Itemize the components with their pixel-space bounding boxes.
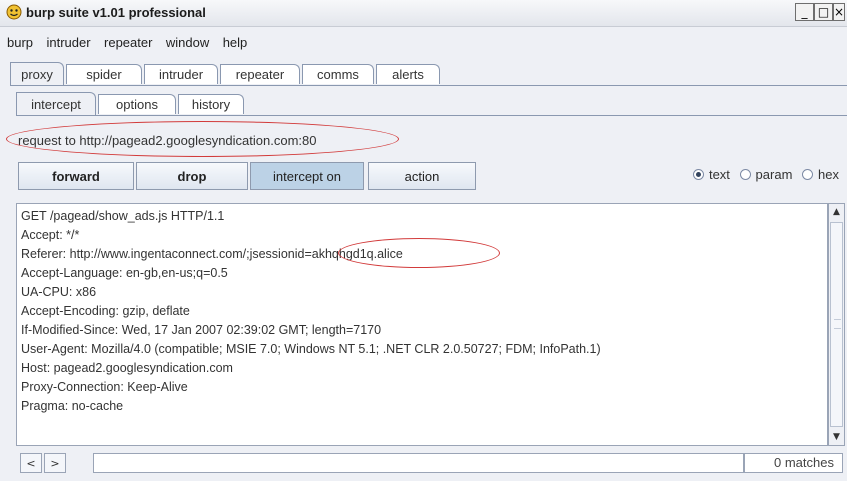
request-line: Accept: */* [21,228,80,242]
tab-spider[interactable]: spider [66,64,142,84]
request-line: Accept-Encoding: gzip, deflate [21,304,190,318]
tab-intruder[interactable]: intruder [144,64,218,84]
menu-burp[interactable]: burp [7,35,33,50]
minimize-button[interactable]: _ [795,3,814,21]
next-match-button[interactable]: > [44,453,66,473]
request-line: Proxy-Connection: Keep-Alive [21,380,188,394]
vertical-scrollbar[interactable]: ▲ ▼ [828,203,845,446]
drop-button[interactable]: drop [136,162,248,190]
search-bar: < > 0 matches [16,453,845,475]
tab-repeater[interactable]: repeater [220,64,300,84]
radio-selected-icon [692,169,704,180]
menu-window[interactable]: window [166,35,209,50]
grip-icon [834,319,841,329]
scroll-thumb[interactable] [830,222,843,427]
radio-text-label: text [708,167,730,182]
scroll-down-icon[interactable]: ▼ [829,429,844,445]
menu-repeater[interactable]: repeater [104,35,152,50]
radio-param-label: param [755,167,793,182]
tab-proxy[interactable]: proxy [10,62,64,85]
close-button[interactable]: × [833,3,845,21]
request-line: User-Agent: Mozilla/4.0 (compatible; MSI… [21,342,601,356]
radio-text[interactable]: text [692,167,730,182]
tab-comms[interactable]: comms [302,64,374,84]
minimize-icon: _ [801,5,808,19]
tab-options[interactable]: options [98,94,176,114]
request-line: If-Modified-Since: Wed, 17 Jan 2007 02:3… [21,323,382,337]
request-line: Host: pagead2.googlesyndication.com [21,361,233,375]
action-button[interactable]: action [368,162,476,190]
search-input[interactable] [93,453,744,473]
menu-bar: burp intruder repeater window help [0,34,249,56]
intercept-toggle-button[interactable]: intercept on [250,162,364,190]
radio-param[interactable]: param [739,167,793,182]
match-count: 0 matches [744,453,843,473]
window-title: burp suite v1.01 professional [26,5,206,20]
annotation-ellipse-sessionid [338,238,500,268]
forward-button[interactable]: forward [18,162,134,190]
maximize-button[interactable]: □ [814,3,833,21]
window-controls: _ □ × [795,3,845,21]
close-icon: × [834,5,845,19]
tab-alerts[interactable]: alerts [376,64,440,84]
burp-logo-icon [6,4,22,20]
radio-hex-label: hex [818,167,839,182]
radio-unselected-icon [802,169,814,180]
sub-tabs-divider [16,115,847,116]
menu-intruder[interactable]: intruder [46,35,90,50]
tab-history[interactable]: history [178,94,244,114]
request-line: GET /pagead/show_ads.js HTTP/1.1 [21,209,225,223]
title-bar: burp suite v1.01 professional _ □ × [0,0,847,27]
scroll-up-icon[interactable]: ▲ [829,204,844,220]
annotation-ellipse-request [6,121,399,157]
previous-match-button[interactable]: < [20,453,42,473]
menu-help[interactable]: help [223,35,248,50]
tab-intercept[interactable]: intercept [16,92,96,115]
burp-window: burp suite v1.01 professional _ □ × burp i… [0,0,847,481]
maximize-icon: □ [817,5,830,19]
request-line: Accept-Language: en-gb,en-us;q=0.5 [21,266,228,280]
radio-unselected-icon [739,169,751,180]
radio-hex[interactable]: hex [802,167,839,182]
view-mode-group: text param hex [687,167,839,182]
main-tabs-divider [10,85,847,86]
request-line: Pragma: no-cache [21,399,124,413]
request-line: UA-CPU: x86 [21,285,97,299]
